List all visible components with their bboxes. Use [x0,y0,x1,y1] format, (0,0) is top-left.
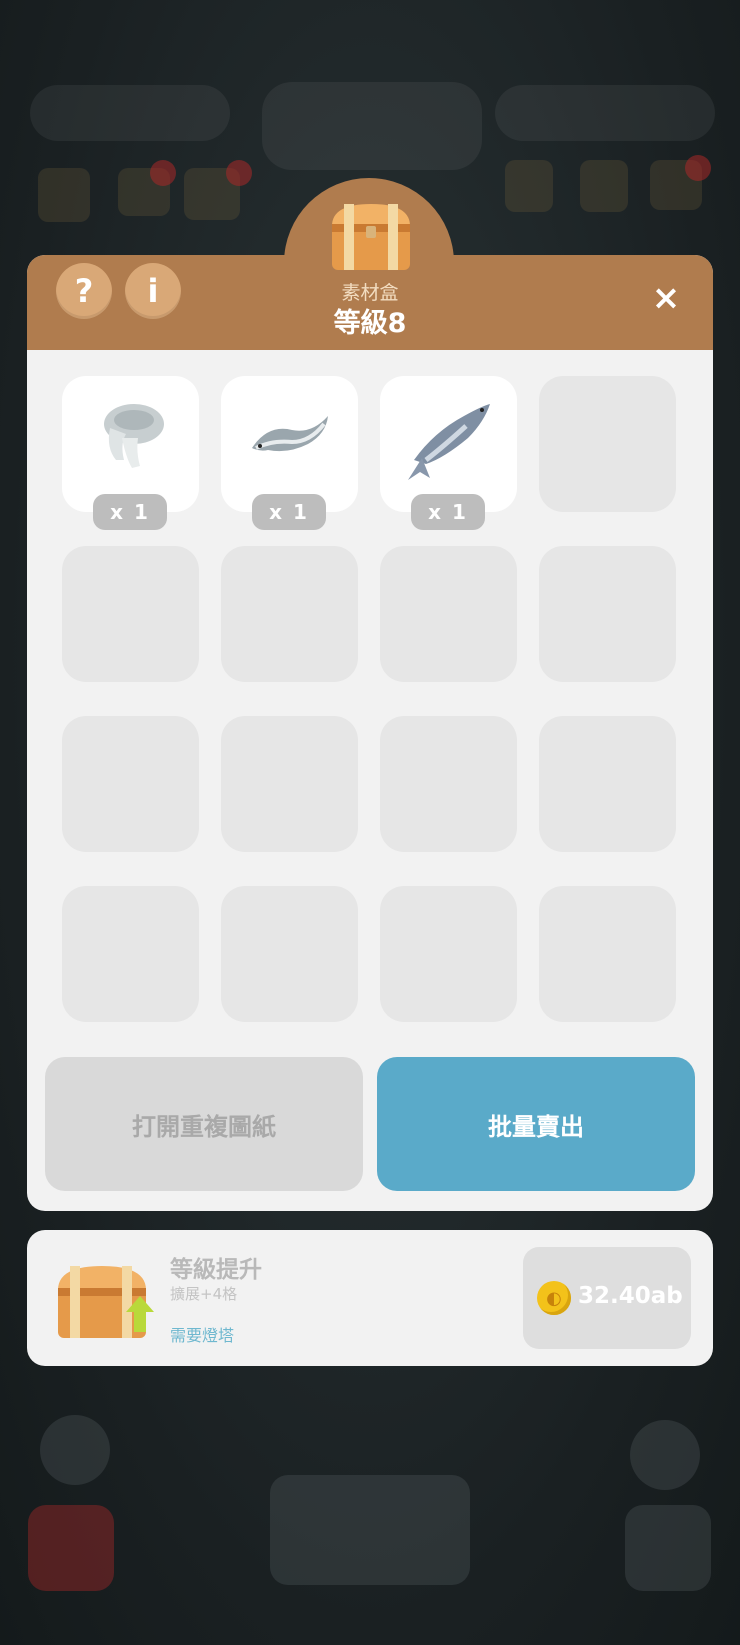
background-resource-pill [30,85,230,141]
inventory-slot-empty[interactable] [62,546,199,682]
inventory-slot-empty[interactable] [539,886,676,1022]
open-duplicate-blueprints-button[interactable]: 打開重複圖紙 [45,1057,363,1191]
upgrade-requirement: 需要燈塔 [170,1326,235,1345]
background-notification-badge [226,160,252,186]
background-currency-pill [262,82,482,170]
item-quantity-badge: x 1 [252,494,326,530]
inventory-slot-empty[interactable] [539,546,676,682]
close-button[interactable]: × [648,278,684,318]
item-quantity-badge: x 1 [411,494,485,530]
background-notification-badge [685,155,711,181]
background-notification-badge [150,160,176,186]
background-egg-button [28,1505,114,1591]
background-clipboard-icon [580,160,628,212]
inventory-slot-empty[interactable] [380,716,517,852]
background-book-icon [38,168,90,222]
inventory-slot-empty[interactable] [539,376,676,512]
chest-upgrade-icon [58,1266,154,1338]
background-camera-button [625,1505,711,1591]
material-chest-icon [332,204,410,270]
background-penguin-icon [630,1420,700,1490]
help-button[interactable]: ? [56,263,112,319]
inventory-slot-empty[interactable] [62,886,199,1022]
info-button[interactable]: i [125,263,181,319]
squid-icon [104,404,164,468]
inventory-slot-empty[interactable] [221,886,358,1022]
inventory-slot-empty[interactable] [380,546,517,682]
box-level-title: 等級8 [333,308,407,339]
background-trophy-icon [505,160,553,212]
coin-icon: ◐ [537,1281,571,1315]
upgrade-description: 擴展+4格 [170,1285,238,1303]
item-quantity-badge: x 1 [93,494,167,530]
eel-icon [252,416,328,452]
inventory-slot-empty[interactable] [380,886,517,1022]
inventory-slot-empty[interactable] [539,716,676,852]
bulk-sell-button[interactable]: 批量賣出 [377,1057,695,1191]
upgrade-cost: 32.40ab [578,1283,683,1309]
upgrade-title: 等級提升 [170,1257,262,1283]
inventory-slot-empty[interactable] [62,716,199,852]
inventory-slot-empty[interactable] [221,716,358,852]
background-character-panel [270,1475,470,1585]
fish-icon [408,404,490,480]
background-resource-pill-right [495,85,715,141]
inventory-slot-empty[interactable] [221,546,358,682]
background-home-icon [40,1415,110,1485]
